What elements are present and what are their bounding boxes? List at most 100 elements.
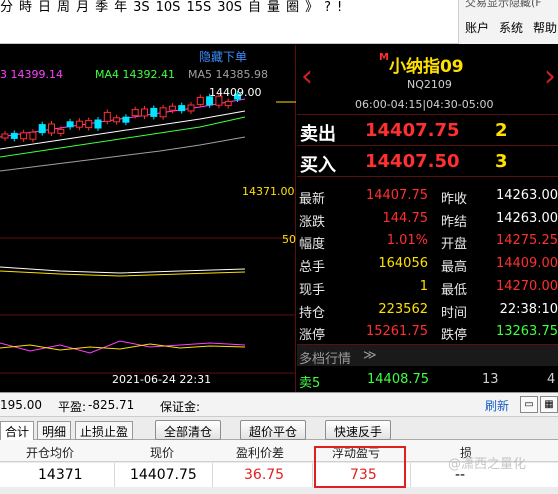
tool-alert[interactable]: !: [337, 0, 342, 15]
tool-month[interactable]: 月: [76, 0, 89, 15]
menu-system[interactable]: 系统: [499, 21, 523, 35]
tool-15s[interactable]: 15S: [186, 0, 211, 15]
over-price-close-button[interactable]: 超价平仓: [240, 420, 307, 440]
stat-value: 14409.00: [495, 256, 558, 272]
header-avg-open[interactable]: 开仓均价: [26, 444, 74, 461]
stat-value: 14407.75: [365, 188, 428, 203]
ma4-legend: MA4 14392.41: [95, 68, 175, 81]
contract-prefix: M: [379, 52, 389, 63]
quote-stat-row: 涨停 15261.75 跌停 13263.75: [297, 321, 558, 344]
tool-minute[interactable]: 分: [0, 0, 13, 15]
stat-label: 最低: [441, 282, 468, 298]
candle-body: [141, 108, 148, 117]
tab-summary[interactable]: 合计: [0, 421, 35, 440]
menu-help[interactable]: 帮助: [533, 21, 557, 35]
quote-stat-row: 总手 164056 最高 14409.00: [297, 253, 558, 276]
tool-volume[interactable]: 量: [267, 0, 280, 15]
tool-quarter[interactable]: 季: [95, 0, 108, 15]
copy-icon[interactable]: ▭: [520, 396, 538, 413]
tab-detail[interactable]: 明细: [37, 421, 72, 440]
stat-label: 涨停: [299, 328, 326, 344]
flat-profit-label: 平盈:: [58, 400, 87, 414]
quick-reverse-button[interactable]: 快速反手: [325, 420, 392, 440]
stat-label: 总手: [299, 260, 326, 276]
candle-body: [178, 105, 186, 112]
ma4-line: [0, 116, 246, 158]
stat-value: 144.75: [382, 210, 429, 226]
tool-hour[interactable]: 時: [19, 0, 32, 15]
tool-30s[interactable]: 30S: [217, 0, 242, 15]
candle-body: [1, 133, 9, 139]
balance-value: 195.00: [0, 398, 42, 412]
quote-panel: ‹ › M小纳指09 NQ2109 06:00-04:15|04:30-05:0…: [297, 45, 558, 392]
tool-draw[interactable]: 圈: [286, 0, 299, 15]
tab-stop-loss[interactable]: 止损止盈: [75, 421, 134, 440]
chevron-down-icon[interactable]: ≫: [363, 348, 377, 363]
candle-body: [103, 111, 111, 122]
tool-help[interactable]: ?: [324, 0, 331, 15]
tool-day[interactable]: 日: [38, 0, 51, 15]
tool-10s[interactable]: 10S: [156, 0, 181, 15]
stat-label: 昨收: [441, 192, 468, 207]
oscillator-line: [0, 340, 246, 354]
candle-body: [168, 105, 176, 111]
candle-body: [187, 104, 195, 112]
stat-label: 昨结: [441, 214, 468, 230]
contract-code: NQ2109: [407, 78, 452, 91]
stat-label: 时间: [441, 305, 468, 321]
flat-profit-value: -825.71: [88, 398, 135, 412]
depth-header[interactable]: 多档行情 ≫: [297, 344, 558, 367]
close-all-button[interactable]: 全部清仓: [155, 420, 222, 440]
kline-chart[interactable]: 隐藏下单 3 14399.14 MA4 14392.41 MA5 14385.9…: [0, 45, 296, 392]
ask-row[interactable]: 卖出 14407.75 2: [297, 116, 558, 146]
stat-value: 14275.25: [495, 233, 558, 249]
tool-custom[interactable]: 自: [248, 0, 261, 15]
ask5-row[interactable]: 卖5 14408.75 13 4: [297, 369, 558, 391]
quote-stat-row: 持仓 223562 时间 22:38:10: [297, 299, 558, 322]
menu-account[interactable]: 账户: [465, 21, 489, 35]
stat-value: 22:38:10: [499, 301, 558, 317]
tool-year[interactable]: 年: [114, 0, 127, 15]
candle-body: [10, 132, 18, 139]
tool-more[interactable]: 》: [305, 0, 318, 15]
settings-icon[interactable]: ▦: [540, 396, 558, 413]
stat-label: 现手: [299, 282, 326, 298]
stat-label: 开盘: [441, 237, 468, 253]
prev-contract-arrow-icon[interactable]: ‹: [301, 59, 313, 94]
candle-body: [122, 116, 130, 123]
quote-stat-row: 幅度 1.01% 开盘 14275.25: [297, 230, 558, 253]
refresh-link[interactable]: 刷新: [485, 397, 509, 414]
sell-volume: 2: [495, 120, 508, 141]
header-current[interactable]: 现价: [150, 444, 174, 461]
sell-price: 14407.75: [365, 120, 460, 141]
hide-order-button[interactable]: 隐藏下单: [199, 48, 247, 65]
trade-panel: 195.00 平盈: -825.71 保证金: 刷新 ▭ ▦ 合计 明细 止损止…: [0, 392, 558, 494]
candle-body: [75, 120, 83, 128]
indicator-line-yellow: [0, 270, 246, 277]
stat-value: 13263.75: [495, 324, 558, 340]
trading-session: 06:00-04:15|04:30-05:00: [355, 98, 494, 111]
header-spread[interactable]: 盈利价差: [236, 444, 284, 461]
ma5-line: [0, 136, 246, 172]
ma5-legend: MA5 14385.98: [188, 68, 268, 81]
position-tabs: 合计 明细 止损止盈 全部清仓 超价平仓 快速反手: [0, 418, 558, 440]
stat-label: 持仓: [299, 305, 326, 321]
buy-price: 14407.50: [365, 151, 460, 172]
stat-value: 14263.00: [495, 210, 558, 226]
stat-value: 1.01%: [386, 233, 428, 249]
candle-body: [57, 128, 65, 134]
low-label: 14371.00: [242, 185, 295, 198]
candle-body: [85, 120, 93, 129]
next-contract-arrow-icon[interactable]: ›: [544, 59, 556, 94]
tool-week[interactable]: 周: [57, 0, 70, 15]
buy-volume: 3: [495, 151, 508, 172]
current-price: 14407.75: [130, 467, 197, 483]
top-toolbar: 分時日周月季年 3S 10S 15S 30S 自量圈》?! 交易显示隐藏(F 账户 系统 帮助: [0, 0, 558, 44]
candle-body: [113, 117, 121, 123]
account-panel-title[interactable]: 交易显示隐藏(F: [465, 0, 542, 10]
candle-body: [159, 107, 167, 118]
tool-3s[interactable]: 3S: [133, 0, 150, 15]
stat-value: 164056: [378, 256, 428, 272]
bid-row[interactable]: 买入 14407.50 3: [297, 147, 558, 177]
contract-name-text: 小纳指09: [388, 57, 464, 77]
